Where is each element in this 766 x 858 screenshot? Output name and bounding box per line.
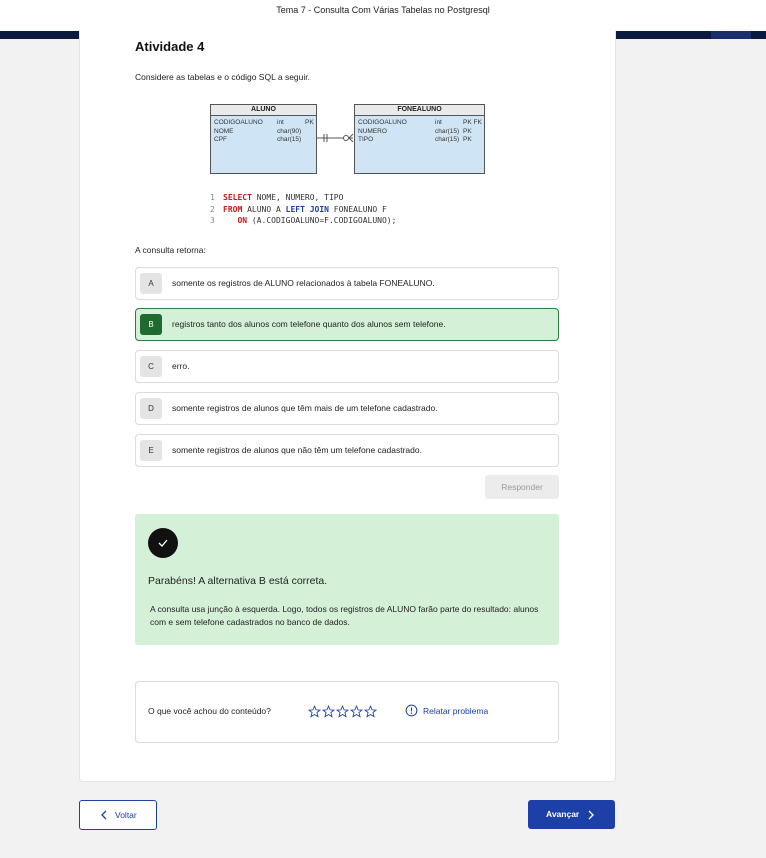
activity-card: Atividade 4 Considere as tabelas e o cód… [79, 31, 616, 782]
header-stripe-segment [711, 31, 751, 39]
field-key: PK FK [463, 119, 482, 126]
keyword: ON [237, 216, 248, 225]
option-a[interactable]: A somente os registros de ALUNO relacion… [135, 267, 559, 300]
option-text: somente os registros de ALUNO relacionad… [172, 278, 435, 288]
field-type: int [277, 119, 284, 126]
relationship-connector [316, 133, 354, 143]
table-fonealuno-name: FONEALUNO [355, 105, 484, 116]
field-type: char(15) [277, 136, 302, 143]
option-c[interactable]: C erro. [135, 350, 559, 383]
chevron-right-icon [588, 810, 594, 820]
code-text: NOME, NUMERO, TIPO [251, 193, 344, 202]
next-button-label: Avançar [546, 809, 580, 819]
line-number: 1 [210, 193, 215, 202]
feedback-title: Parabéns! A alternativa B está correta. [148, 575, 328, 587]
page-header-title: Tema 7 - Consulta Com Várias Tabelas no … [276, 5, 490, 15]
code-text: (A.CODIGOALUNO=F.CODIGOALUNO); [247, 216, 397, 225]
field-type: int [435, 119, 442, 126]
field-name: CODIGOALUNO [214, 119, 263, 126]
field-type: char(15) [435, 127, 460, 135]
option-letter: E [140, 440, 162, 461]
feedback-text: A consulta usa junção à esquerda. Logo, … [150, 604, 539, 627]
activity-intro: Considere as tabelas e o código SQL a se… [135, 72, 310, 82]
respond-button[interactable]: Responder [485, 475, 559, 499]
table-aluno: ALUNO CODIGOALUNO int PK NOME char(90) C… [210, 104, 317, 174]
star-icon[interactable] [364, 705, 377, 718]
chevron-left-icon [101, 810, 107, 820]
field-key: PK [463, 127, 472, 135]
check-icon [148, 528, 178, 558]
code-text: ALUNO A [242, 204, 286, 214]
star-icon[interactable] [322, 705, 335, 718]
option-letter: C [140, 356, 162, 377]
field-name: NOME [214, 127, 234, 135]
info-icon [405, 704, 418, 717]
option-letter: D [140, 398, 162, 419]
header-stripe-left [0, 31, 80, 39]
rating-panel: O que você achou do conteúdo? Relatar pr… [135, 681, 559, 743]
report-problem-label: Relatar problema [423, 706, 489, 716]
option-letter: A [140, 273, 162, 294]
option-text: erro. [172, 361, 190, 371]
table-fonealuno-row: TIPO char(15) PK [355, 136, 484, 145]
keyword: LEFT JOIN [285, 204, 329, 214]
option-d[interactable]: D somente registros de alunos que têm ma… [135, 392, 559, 425]
table-fonealuno-row: CODIGOALUNO int PK FK [355, 119, 484, 128]
line-number: 2 [210, 204, 215, 214]
field-type: char(15) [435, 136, 460, 143]
keyword: FROM [223, 204, 243, 214]
table-aluno-row: CPF char(15) [211, 136, 316, 145]
option-b[interactable]: B registros tanto dos alunos com telefon… [135, 308, 559, 341]
field-name: TIPO [358, 136, 374, 143]
field-key: PK [305, 119, 314, 126]
field-name: CODIGOALUNO [358, 119, 407, 126]
option-letter: B [140, 314, 162, 335]
rating-label: O que você achou do conteúdo? [148, 706, 271, 716]
table-aluno-row: NOME char(90) [211, 128, 316, 137]
question-text: A consulta retorna: [135, 245, 206, 255]
table-aluno-row: CODIGOALUNO int PK [211, 119, 316, 128]
keyword: SELECT [223, 193, 252, 202]
back-button-label: Voltar [115, 810, 137, 820]
field-name: NUMERO [358, 127, 387, 135]
star-icon[interactable] [350, 705, 363, 718]
line-number: 3 [210, 216, 215, 225]
page-header: Tema 7 - Consulta Com Várias Tabelas no … [0, 0, 766, 31]
next-button[interactable]: Avançar [528, 800, 615, 829]
star-icon[interactable] [336, 705, 349, 718]
option-text: registros tanto dos alunos com telefone … [172, 319, 446, 329]
option-e[interactable]: E somente registros de alunos que não tê… [135, 434, 559, 467]
field-name: CPF [214, 136, 227, 143]
star-icon[interactable] [308, 705, 321, 718]
header-stripe-right [615, 31, 766, 39]
field-key: PK [463, 136, 472, 143]
back-button[interactable]: Voltar [79, 800, 157, 830]
table-aluno-name: ALUNO [211, 105, 316, 116]
table-fonealuno: FONEALUNO CODIGOALUNO int PK FK NUMERO c… [354, 104, 485, 174]
feedback-panel: Parabéns! A alternativa B está correta. … [135, 514, 559, 645]
field-type: char(90) [277, 127, 302, 135]
option-text: somente registros de alunos que não têm … [172, 445, 422, 455]
code-text: FONEALUNO F [328, 204, 387, 214]
table-fonealuno-row: NUMERO char(15) PK [355, 128, 484, 137]
option-text: somente registros de alunos que têm mais… [172, 403, 438, 413]
activity-title: Atividade 4 [135, 39, 205, 54]
